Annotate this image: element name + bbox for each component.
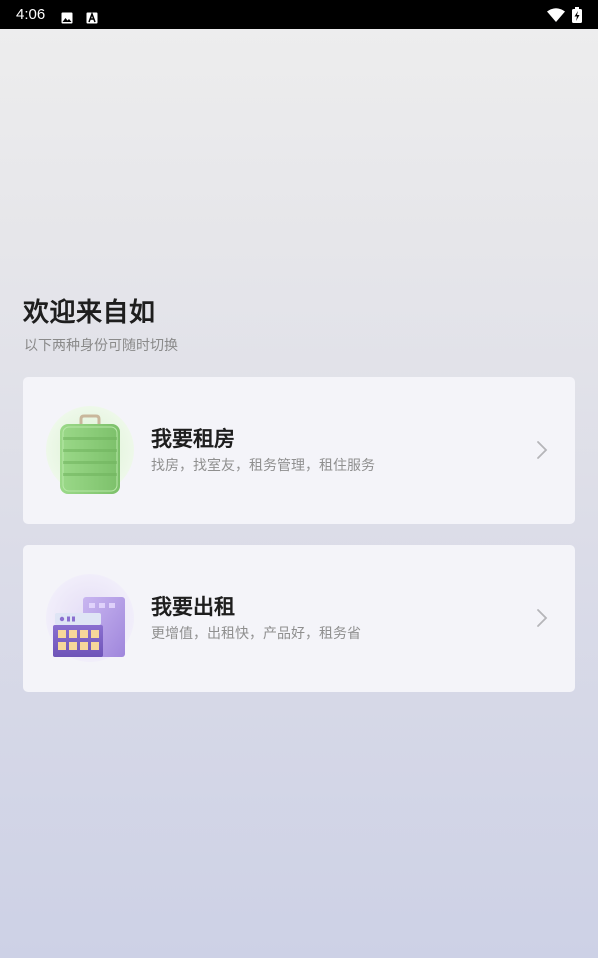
image-icon (61, 9, 73, 24)
suitcase-icon (45, 405, 135, 495)
chevron-right-icon (535, 439, 549, 461)
welcome-subtitle: 以下两种身份可随时切换 (24, 338, 178, 354)
buildings-icon (45, 573, 135, 663)
status-time: 4:06 (16, 6, 46, 23)
lease-out-description: 更增值，出租快，产品好，租务省 (151, 626, 361, 642)
rent-house-description: 找房，找室友，租务管理，租住服务 (151, 458, 375, 474)
rent-house-card[interactable]: 我要租房 找房，找室友，租务管理，租住服务 (23, 377, 575, 524)
lease-out-card[interactable]: 我要出租 更增值，出租快，产品好，租务省 (23, 545, 575, 692)
lease-out-title: 我要出租 (151, 595, 235, 619)
battery-charging-icon (572, 7, 582, 27)
welcome-title: 欢迎来自如 (23, 298, 156, 328)
chevron-right-icon (535, 607, 549, 629)
a-icon (86, 9, 98, 24)
rent-house-title: 我要租房 (151, 427, 235, 451)
wifi-icon (547, 7, 565, 26)
status-bar: 4:06 (0, 0, 598, 29)
